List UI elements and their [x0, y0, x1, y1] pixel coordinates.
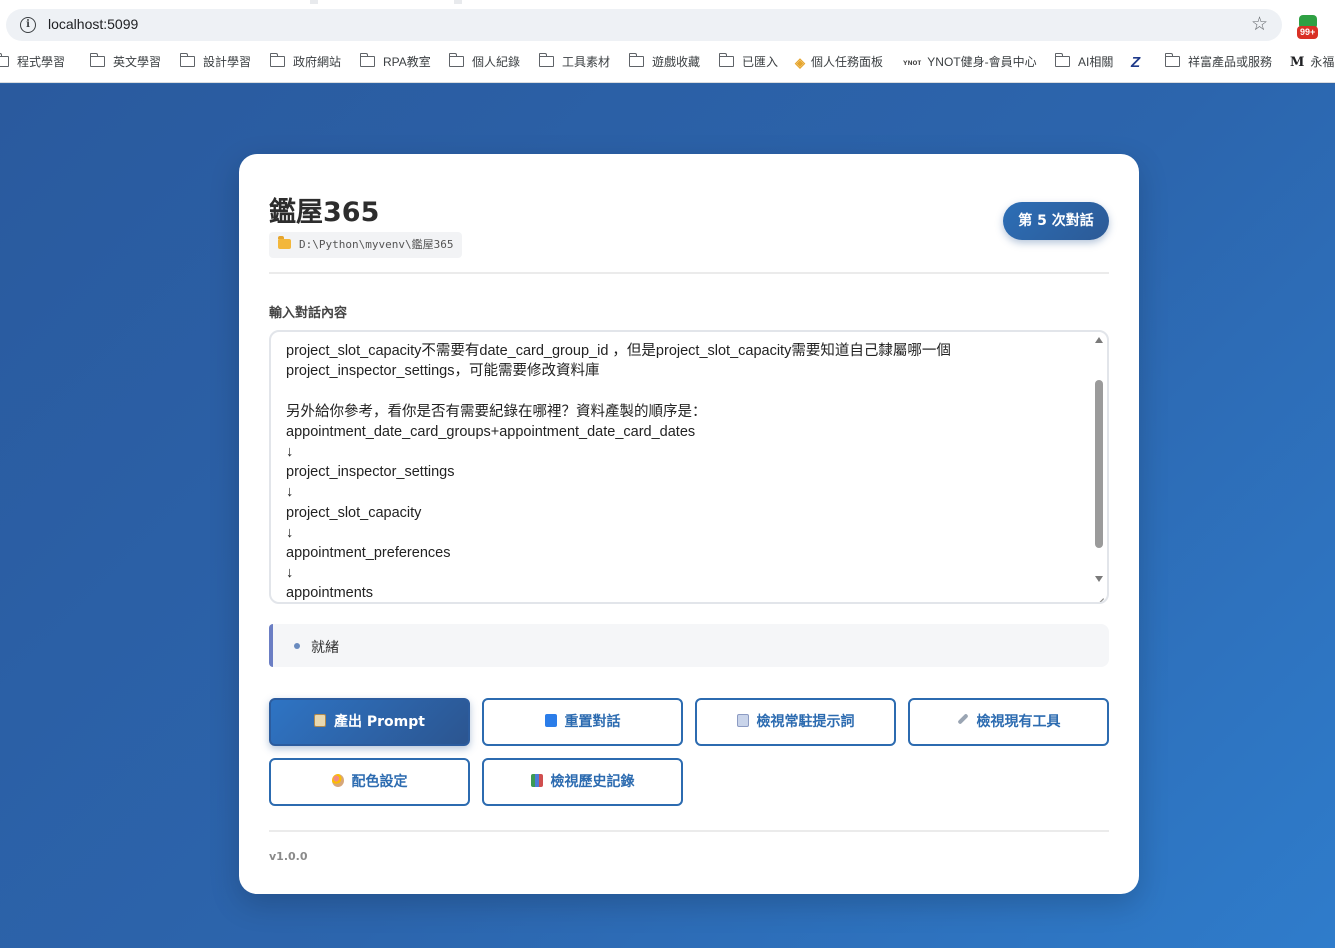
header-divider: [269, 272, 1109, 274]
palette-icon: [331, 773, 344, 787]
bookmark-folder[interactable]: RPA教室: [359, 50, 431, 74]
address-bar[interactable]: i localhost:5099 ☆: [6, 9, 1282, 41]
site-info-icon[interactable]: i: [20, 17, 36, 33]
document-icon: [736, 713, 749, 727]
folder-icon: [448, 53, 464, 68]
view-system-prompt-button[interactable]: 檢視常駐提示詞: [695, 698, 896, 746]
view-tools-label: 檢視現有工具: [976, 714, 1061, 730]
bookmark-label: 個人任務面板: [811, 55, 884, 69]
tab-strip: [0, 0, 1335, 4]
bookmark-label: YNOT健身-會員中心: [927, 55, 1037, 69]
folder-icon: [1164, 53, 1180, 68]
footer-divider: [269, 830, 1109, 832]
url-text[interactable]: localhost:5099: [48, 16, 138, 32]
clipboard-icon: [314, 713, 327, 727]
generate-prompt-button[interactable]: 產出 Prompt: [269, 698, 470, 746]
bookmark-label: 遊戲收藏: [652, 55, 701, 69]
resize-grip-icon[interactable]: [1094, 589, 1106, 601]
bookmark-label: 個人紀錄: [472, 55, 521, 69]
folder-icon: [0, 53, 9, 68]
folder-icon: [718, 53, 734, 68]
color-settings-label: 配色設定: [351, 774, 408, 790]
bookmark-folder[interactable]: 祥富產品或服務: [1164, 50, 1273, 74]
project-title: 鑑屋365: [269, 197, 380, 228]
bookmark-label: 工具素材: [562, 55, 611, 69]
ynot-icon: ʏɴᴏᴛ: [903, 57, 922, 67]
bookmark-label: 祥富產品或服務: [1188, 55, 1273, 69]
turn-count-badge: 第 5 次對話: [1003, 202, 1109, 240]
reset-dialog-label: 重置對話: [564, 714, 621, 730]
bookmark-folder[interactable]: 設計學習: [179, 50, 252, 74]
project-path-chip: D:\Python\myvenv\鑑屋365: [269, 232, 463, 258]
bookmark-folder[interactable]: 程式學習: [0, 50, 65, 74]
main-card: 鑑屋365 D:\Python\myvenv\鑑屋365 第 5 次對話 輸入對…: [239, 154, 1139, 894]
bookmark-folder[interactable]: 英文學習: [89, 50, 162, 74]
view-system-prompt-label: 檢視常駐提示詞: [756, 714, 855, 730]
scroll-thumb[interactable]: [1095, 380, 1103, 548]
bookmark-link[interactable]: Z: [1131, 50, 1146, 74]
browser-toolbar: i localhost:5099 ☆ 99+ 程式學習 英文學習 設計學習 政府…: [0, 0, 1335, 83]
folder-icon: [628, 53, 644, 68]
extension-icon[interactable]: 99+: [1297, 15, 1321, 39]
bookmark-link[interactable]: ◈ 個人任務面板: [795, 50, 883, 74]
view-history-button[interactable]: 檢視歷史記錄: [482, 758, 683, 806]
status-panel: 就緒: [269, 624, 1109, 667]
status-text: 就緒: [311, 640, 339, 656]
bookmark-star-icon[interactable]: ☆: [1251, 13, 1268, 35]
color-settings-button[interactable]: 配色設定: [269, 758, 470, 806]
bookmark-label: 已匯入: [742, 55, 779, 69]
view-tools-button[interactable]: 檢視現有工具: [908, 698, 1109, 746]
colorful-app-icon: ◈: [795, 54, 805, 70]
dialog-input[interactable]: project_slot_capacity不需要有date_card_group…: [269, 330, 1109, 604]
books-icon: [530, 773, 543, 787]
bookmark-label: 程式學習: [17, 55, 66, 69]
bookmark-label: 永福: [1310, 55, 1335, 69]
bookmark-label: AI相關: [1078, 55, 1114, 69]
folder-icon: [278, 236, 291, 249]
refresh-icon: [544, 713, 557, 727]
bookmark-link[interactable]: M 永福: [1290, 50, 1334, 74]
status-dot-icon: [294, 643, 300, 649]
bookmark-folder[interactable]: 個人紀錄: [448, 50, 521, 74]
bookmark-label: RPA教室: [383, 55, 431, 69]
input-label: 輸入對話內容: [269, 306, 348, 321]
bookmark-folder[interactable]: 工具素材: [538, 50, 611, 74]
bookmark-link[interactable]: ʏɴᴏᴛ YNOT健身-會員中心: [903, 50, 1037, 74]
bookmark-folder[interactable]: 遊戲收藏: [628, 50, 701, 74]
folder-icon: [1054, 53, 1070, 68]
bookmark-folder[interactable]: 已匯入: [718, 50, 779, 74]
extension-badge: 99+: [1297, 26, 1319, 39]
folder-icon: [359, 53, 375, 68]
bookmark-label: 英文學習: [113, 55, 162, 69]
folder-icon: [269, 53, 285, 68]
bookmark-folder[interactable]: AI相關: [1054, 50, 1114, 74]
scroll-up-arrow-icon[interactable]: [1095, 337, 1103, 343]
textarea-scrollbar[interactable]: [1093, 334, 1105, 600]
bookmark-label: 設計學習: [203, 55, 252, 69]
project-path: D:\Python\myvenv\鑑屋365: [299, 238, 454, 251]
view-history-label: 檢視歷史記錄: [550, 774, 635, 790]
dialog-input-text[interactable]: project_slot_capacity不需要有date_card_group…: [286, 341, 1081, 602]
folder-icon: [179, 53, 195, 68]
version-label: v1.0.0: [269, 850, 308, 863]
gmail-m-icon: M: [1290, 54, 1305, 70]
z-logo-icon: Z: [1131, 53, 1141, 71]
generate-prompt-label: 產出 Prompt: [334, 714, 425, 730]
bookmark-label: 政府網站: [293, 55, 342, 69]
reset-dialog-button[interactable]: 重置對話: [482, 698, 683, 746]
folder-icon: [89, 53, 105, 68]
scroll-down-arrow-icon[interactable]: [1095, 576, 1103, 582]
folder-icon: [538, 53, 554, 68]
wrench-icon: [956, 713, 969, 725]
bookmarks-bar: 程式學習 英文學習 設計學習 政府網站 RPA教室 個人紀錄 工具素材 遊戲收藏…: [0, 50, 1335, 74]
bookmark-folder[interactable]: 政府網站: [269, 50, 342, 74]
